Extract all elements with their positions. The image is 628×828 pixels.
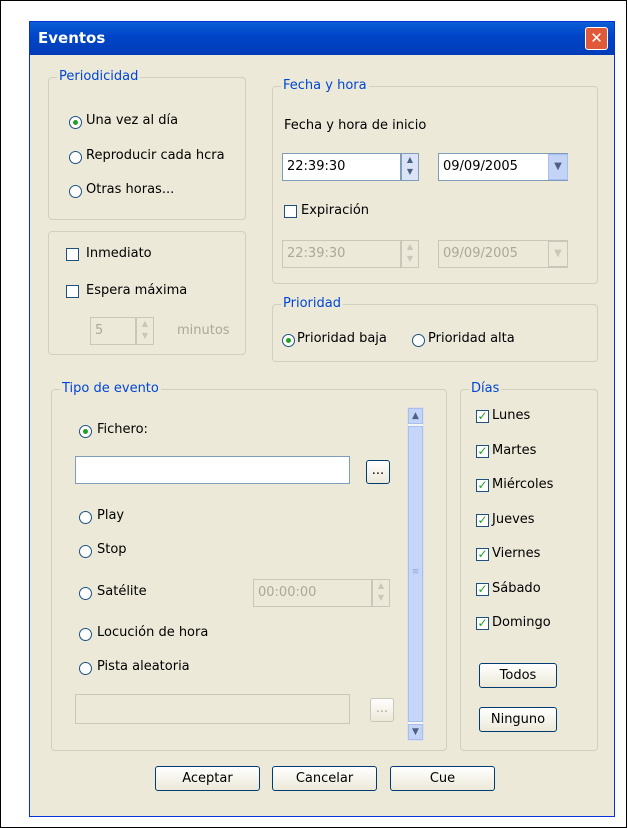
label-cada-hora: Reproducir cada hcra [86,148,225,163]
label-play: Play [97,508,125,523]
radio-prioridad-baja[interactable] [282,334,295,347]
inicio-label: Fecha y hora de inicio [284,118,427,133]
fecha-hora-legend: Fecha y hora [281,78,369,93]
title-bar: Eventos ✕ [30,22,614,55]
label-prioridad-alta: Prioridad alta [428,331,515,346]
radio-pista[interactable] [79,662,92,675]
pista-browse-button[interactable]: ... [370,698,394,722]
radio-prioridad-alta[interactable] [412,334,425,347]
dia-label: Sábado [492,580,541,596]
satelite-spin-icon[interactable]: ▲ ▼ [372,579,390,607]
dia-checkbox[interactable]: ✓ [476,512,489,527]
label-locucion: Locución de hora [97,625,209,640]
window-title: Eventos [38,29,106,47]
checkmark-icon: ✓ [477,443,488,458]
radio-cada-hora[interactable] [69,151,82,164]
checkmark-icon: ✓ [477,409,488,423]
espera-maxima-label: Espera máxima [86,283,188,298]
minutes-field[interactable]: 5 [90,317,136,345]
label-stop: Stop [97,542,127,557]
minutes-unit-label: minutos [177,323,230,338]
dia-label: Miércoles [492,477,554,492]
pista-input[interactable] [75,694,350,724]
inmediato-checkbox[interactable] [66,248,79,261]
inmediato-label: Inmediato [86,246,152,261]
dia-checkbox[interactable]: ✓ [476,479,489,492]
dia-label: Viernes [492,546,541,561]
cue-button[interactable]: Cue [390,766,495,791]
radio-satelite[interactable] [79,587,92,600]
checkmark-icon: ✓ [477,478,488,492]
espera-maxima-checkbox[interactable] [66,285,79,298]
inicio-date-dropdown-icon[interactable]: ▼ [548,154,568,180]
satelite-time-field[interactable]: 00:00:00 [253,579,372,607]
tipo-evento-legend: Tipo de evento [60,381,161,396]
inicio-time-field[interactable]: 22:39:30 [282,153,401,181]
radio-otras-horas[interactable] [69,185,82,198]
inicio-time-spin-icon[interactable]: ▲ ▼ [401,153,419,181]
close-button[interactable]: ✕ [585,27,608,50]
radio-fichero[interactable] [79,425,92,438]
label-satelite: Satélite [97,584,147,599]
dias-legend: Días [469,381,502,396]
dia-label: Martes [492,442,537,458]
dia-checkbox[interactable]: ✓ [476,548,489,561]
scroll-down-icon[interactable]: ▼ [408,724,423,740]
label-fichero: Fichero: [97,422,148,437]
close-icon: ✕ [590,29,603,47]
label-una-vez: Una vez al día [86,113,179,128]
checkmark-icon: ✓ [477,547,488,561]
dia-checkbox[interactable]: ✓ [476,581,489,596]
todos-button[interactable]: Todos [479,663,557,688]
expiracion-label: Expiración [301,203,370,218]
periodicidad-legend: Periodicidad [57,69,141,84]
fichero-input[interactable] [75,456,350,484]
dia-label: Domingo [492,615,551,630]
fichero-browse-button[interactable]: ... [366,460,390,484]
radio-una-vez[interactable] [69,116,82,129]
minutes-spin-icon[interactable]: ▲ ▼ [136,317,154,345]
dia-label: Jueves [492,511,535,527]
ninguno-button[interactable]: Ninguno [479,707,557,732]
exp-date-dropdown-icon[interactable]: ▼ [548,241,568,267]
label-pista: Pista aleatoria [97,659,190,674]
dia-checkbox[interactable]: ✓ [476,410,489,423]
checkmark-icon: ✓ [477,581,488,596]
tipo-evento-scrollbar[interactable]: ▲ ≡ ▼ [407,407,424,741]
scroll-up-icon[interactable]: ▲ [408,408,423,424]
dia-label: Lunes [492,408,531,423]
checkmark-icon: ✓ [477,512,488,527]
dia-checkbox[interactable]: ✓ [476,617,489,630]
dia-checkbox[interactable]: ✓ [476,443,489,458]
label-prioridad-baja: Prioridad baja [297,331,387,346]
checkmark-icon: ✓ [477,616,488,630]
exp-time-spin-icon[interactable]: ▲ ▼ [401,240,419,268]
radio-locucion[interactable] [79,628,92,641]
cancelar-button[interactable]: Cancelar [272,766,377,791]
exp-time-field[interactable]: 22:39:30 [282,240,401,268]
eventos-dialog: Eventos ✕ Periodicidad Una vez al día Re… [29,21,615,817]
aceptar-button[interactable]: Aceptar [155,766,260,791]
scroll-thumb[interactable]: ≡ [408,426,423,722]
label-otras-horas: Otras horas... [86,182,175,197]
expiracion-checkbox[interactable] [284,205,297,218]
prioridad-legend: Prioridad [281,296,343,311]
radio-stop[interactable] [79,545,92,558]
radio-play[interactable] [79,511,92,524]
